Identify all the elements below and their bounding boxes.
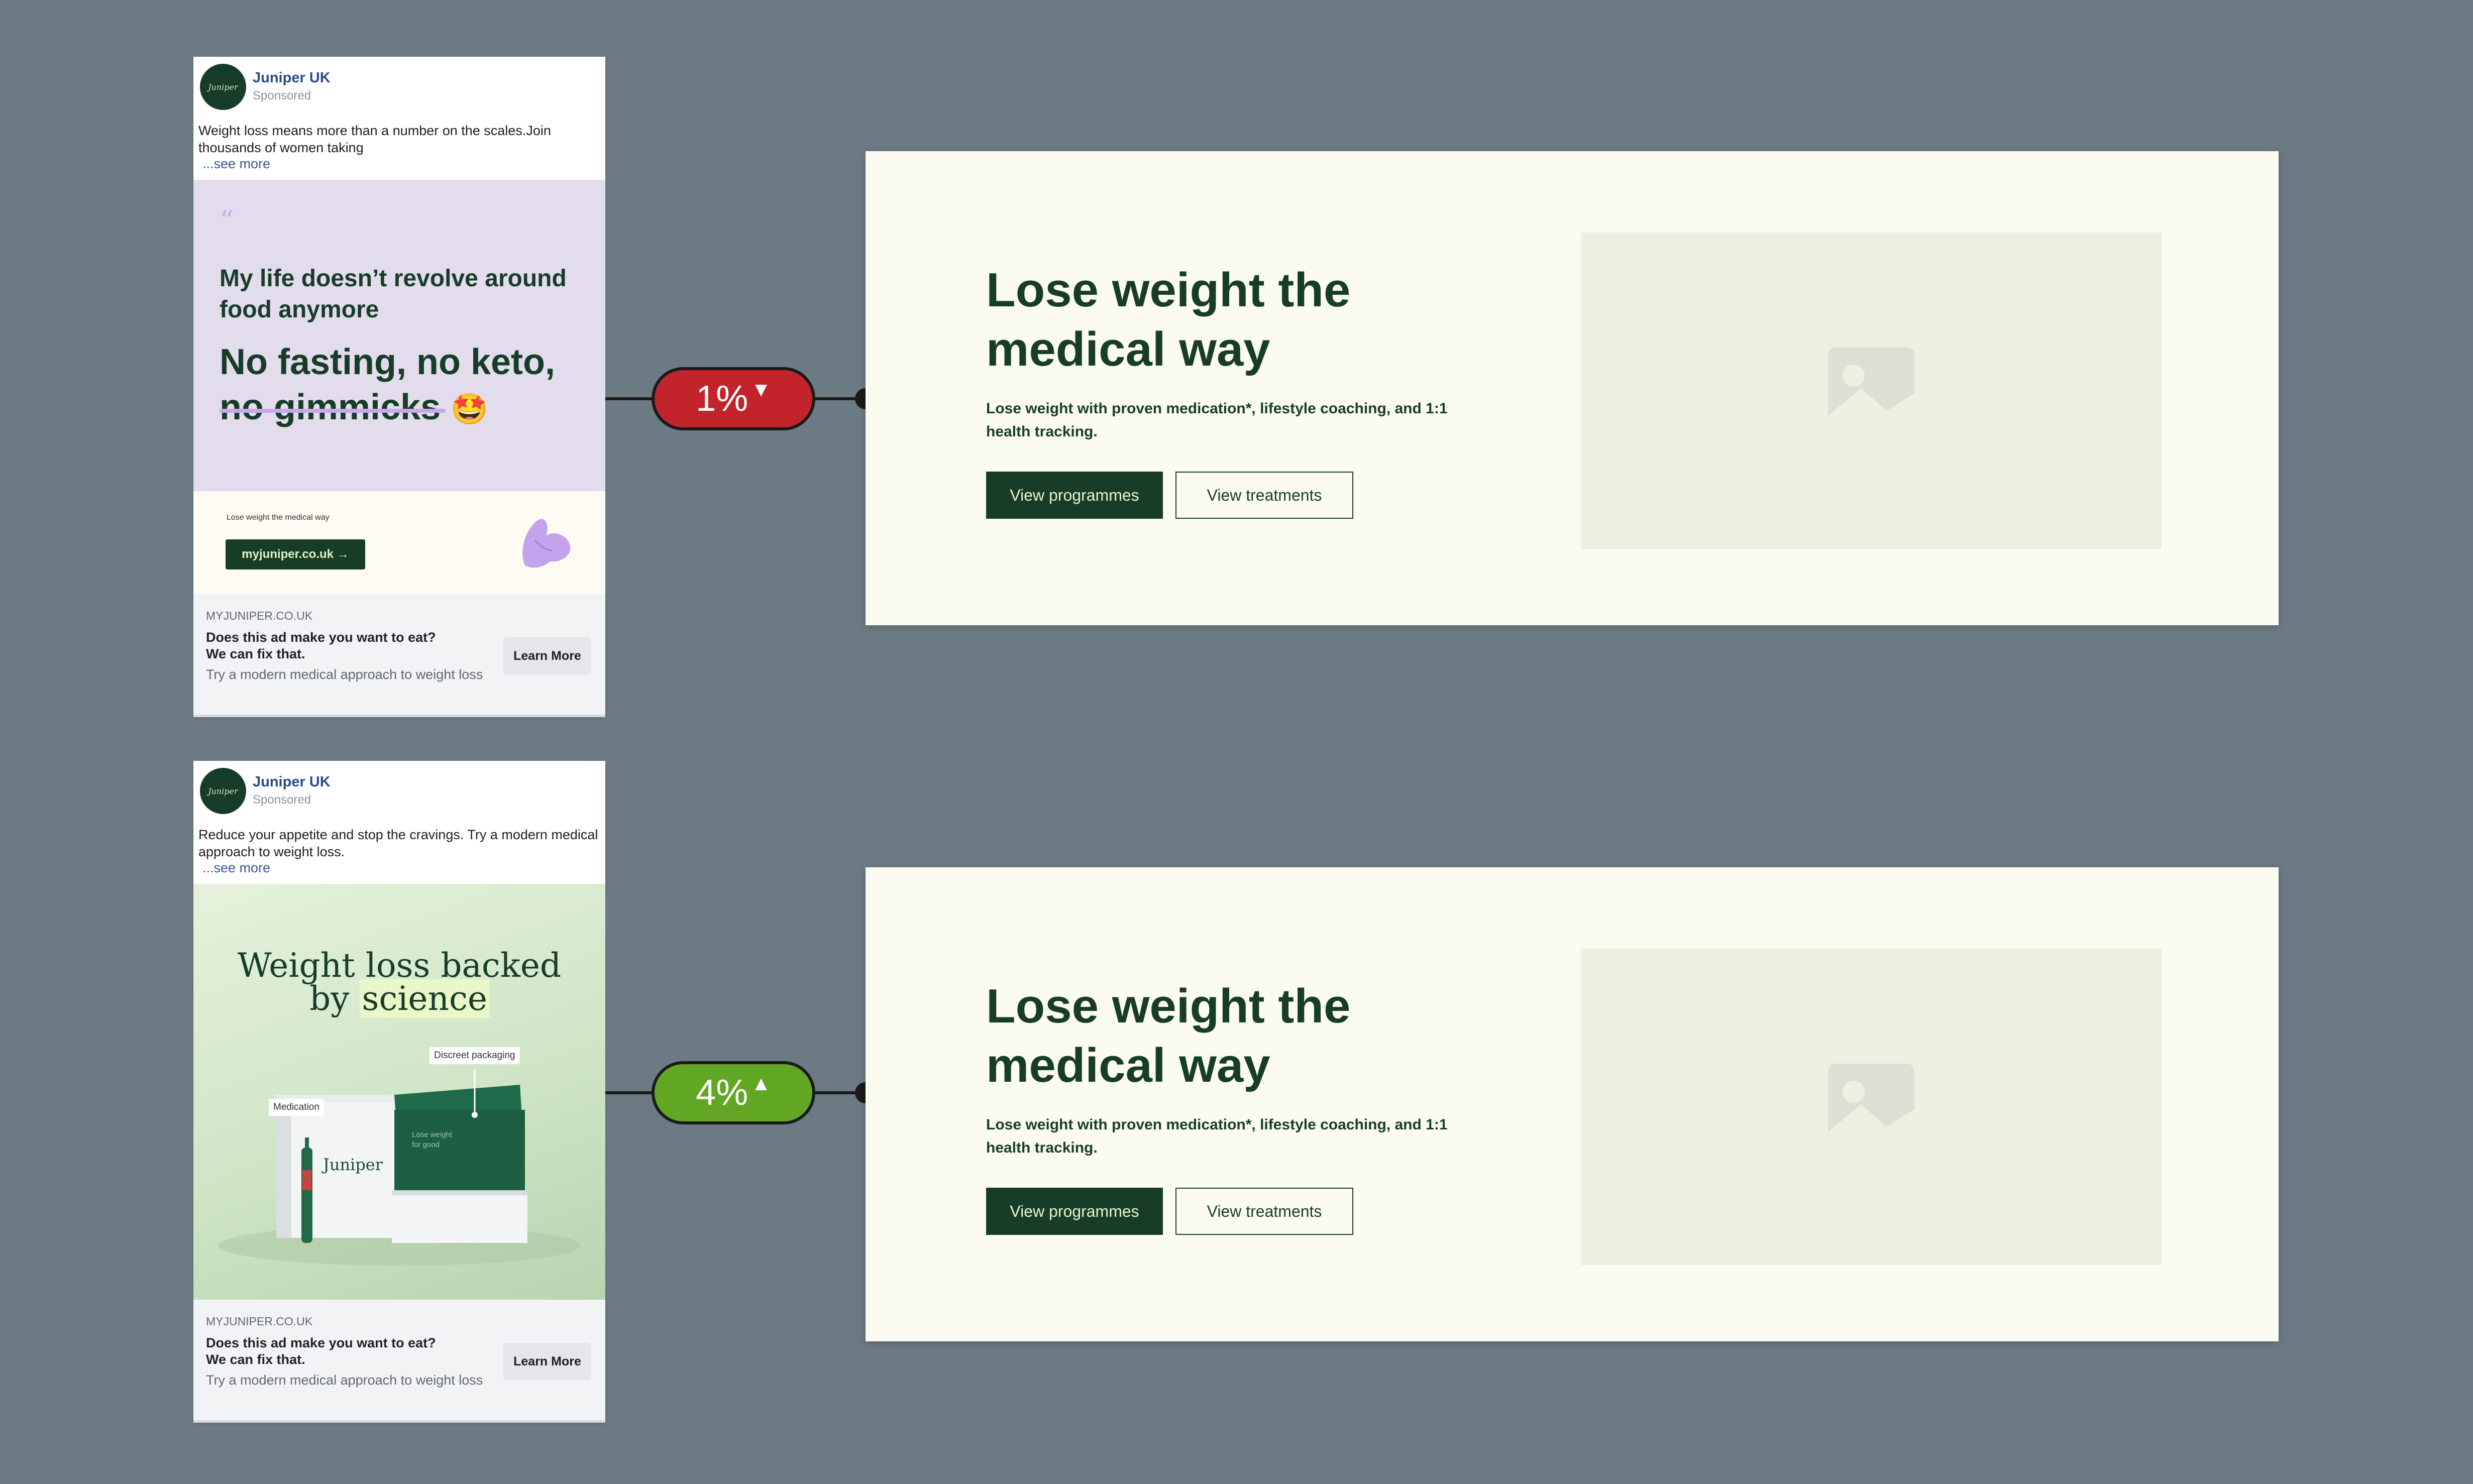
ad-creative[interactable]: “ My life doesn’t revolve around food an… [193, 180, 605, 491]
ad-primary-text: Weight loss means more than a number on … [198, 123, 551, 155]
ad-link-bar[interactable]: MYJUNIPER.CO.UK Does this ad make you wa… [193, 594, 605, 715]
page-name[interactable]: Juniper UK [253, 774, 331, 790]
product-box-illustration [219, 1070, 580, 1266]
sponsored-label: Sponsored [253, 89, 311, 102]
quote-mark: “ [220, 205, 234, 238]
footer-tagline: Lose weight the medical way [227, 513, 330, 522]
result-badge-decrease: 1% ▼ [652, 367, 815, 430]
link-description: Try a modern medical approach to weight … [206, 667, 483, 682]
view-programmes-button[interactable]: View programmes [986, 472, 1163, 519]
avatar[interactable]: Juniper [200, 64, 246, 110]
learn-more-button[interactable]: Learn More [503, 637, 591, 674]
link-domain: MYJUNIPER.CO.UK [206, 1315, 313, 1328]
image-placeholder-icon [1828, 1064, 1914, 1150]
ad-primary-text: Reduce your appetite and stop the cravin… [198, 827, 598, 859]
creative-headline: No fasting, no keto, no gimmicks 🤩 [220, 339, 601, 432]
figure-illustration-icon [522, 519, 571, 568]
view-programmes-button[interactable]: View programmes [986, 1188, 1163, 1235]
result-value: 1% [696, 379, 748, 419]
link-description: Try a modern medical approach to weight … [206, 1373, 483, 1388]
highlight-underline [220, 409, 446, 413]
ad-header: Juniper Juniper UK Sponsored [193, 57, 605, 122]
facebook-ad-2: Juniper Juniper UK Sponsored Reduce your… [193, 761, 605, 1423]
result-badge-increase: 4% ▲ [652, 1061, 815, 1124]
result-value: 4% [696, 1073, 748, 1113]
creative-footer: Lose weight the medical way myjuniper.co… [193, 491, 605, 594]
website-button[interactable]: myjuniper.co.uk → [226, 539, 365, 569]
ad-header: Juniper Juniper UK Sponsored [193, 761, 605, 826]
testimonial-quote: My life doesn’t revolve around food anym… [220, 265, 567, 323]
view-treatments-button[interactable]: View treatments [1175, 472, 1353, 519]
sponsored-label: Sponsored [253, 793, 311, 807]
box-inner-text: Lose weight for good [412, 1130, 453, 1149]
hero-subtitle: Lose weight with proven medication*, lif… [986, 400, 1448, 440]
avatar[interactable]: Juniper [200, 768, 246, 814]
hero-image-placeholder [1581, 949, 2162, 1265]
star-struck-emoji-icon: 🤩 [451, 392, 488, 426]
see-more-link[interactable]: ...see more [202, 156, 596, 172]
link-headline: Does this ad make you want to eat? We ca… [206, 630, 436, 661]
landing-page-1: Lose weight the medical way Lose weight … [866, 151, 2279, 625]
image-placeholder-icon [1828, 348, 1914, 434]
hero-title: Lose weight the medical way [986, 979, 1351, 1092]
landing-page-2: Lose weight the medical way Lose weight … [866, 867, 2279, 1341]
ad-link-bar[interactable]: MYJUNIPER.CO.UK Does this ad make you wa… [193, 1300, 605, 1420]
headline-text: No fasting, no keto, no gimmicks [220, 342, 556, 427]
hero-title: Lose weight the medical way [986, 263, 1351, 376]
down-arrow-icon: ▼ [751, 378, 771, 401]
link-domain: MYJUNIPER.CO.UK [206, 609, 313, 622]
hero-subtitle: Lose weight with proven medication*, lif… [986, 1116, 1448, 1156]
discreet-packaging-tag: Discreet packaging [429, 1047, 520, 1064]
view-treatments-button[interactable]: View treatments [1175, 1188, 1353, 1235]
learn-more-button[interactable]: Learn More [503, 1343, 591, 1380]
medication-tag: Medication [269, 1099, 324, 1116]
facebook-ad-1: Juniper Juniper UK Sponsored Weight loss… [193, 57, 605, 717]
up-arrow-icon: ▲ [751, 1072, 771, 1095]
link-headline: Does this ad make you want to eat? We ca… [206, 1335, 436, 1367]
box-brand-text: Juniper [323, 1155, 383, 1174]
ad-creative[interactable]: Weight loss backed by science Discreet p… [193, 884, 605, 1300]
hero-image-placeholder [1581, 233, 2162, 549]
see-more-link[interactable]: ...see more [202, 860, 596, 876]
page-name[interactable]: Juniper UK [253, 70, 331, 86]
